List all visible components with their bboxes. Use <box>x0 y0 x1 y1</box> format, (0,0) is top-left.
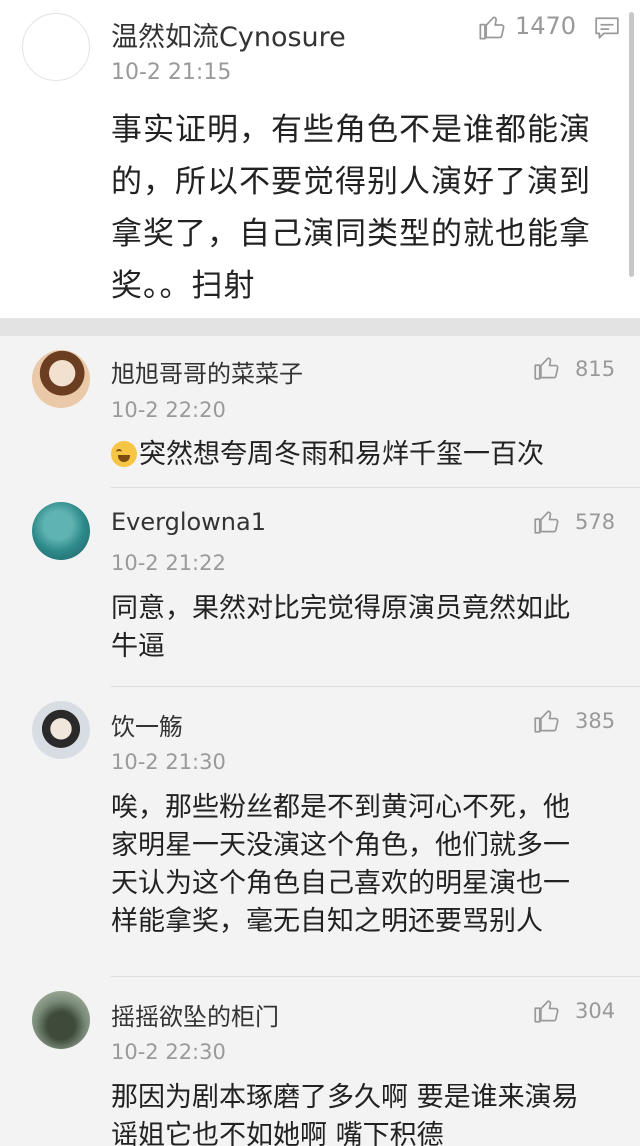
comment-text: 事实证明，有些角色不是谁都能演 的，所以不要觉得别人演好了演到 拿奖了，自己演同… <box>111 104 611 312</box>
main-comment: 温然如流Cynosure 10-2 21:15 1470 事实证明，有些角色不是… <box>0 0 640 318</box>
like-count: 1470 <box>515 12 577 40</box>
scrollbar[interactable] <box>629 12 634 277</box>
comment-text: 唉，那些粉丝都是不到黄河心不死，他 家明星一天没演这个角色，他们就多一 天认为这… <box>111 789 611 941</box>
comment-line: 突然想夸周冬雨和易烊千玺一百次 <box>139 439 544 470</box>
timestamp: 10-2 21:22 <box>111 551 226 575</box>
like-count: 304 <box>575 999 616 1023</box>
username[interactable]: 饮一觞 <box>111 707 183 742</box>
avatar[interactable] <box>32 502 90 560</box>
section-divider <box>0 318 640 336</box>
comment-line: 牛逼 <box>111 631 165 662</box>
comment-line: 拿奖了，自己演同类型的就也能拿 <box>111 216 591 252</box>
thumbs-up-icon[interactable] <box>533 508 560 535</box>
username[interactable]: 温然如流Cynosure <box>111 15 346 54</box>
comment-icon[interactable] <box>594 15 620 41</box>
comment-text: 那因为剧本琢磨了多久啊 要是谁来演易 谣姐它也不如她啊 嘴下积德 <box>111 1079 611 1146</box>
comment-line: 家明星一天没演这个角色，他们就多一 <box>111 830 570 861</box>
like-count: 385 <box>575 709 616 733</box>
comment-line: 那因为剧本琢磨了多久啊 要是谁来演易 <box>111 1082 579 1113</box>
thumbs-up-icon[interactable] <box>533 354 560 381</box>
like-count: 815 <box>575 357 616 381</box>
comment-line: 谣姐它也不如她啊 嘴下积德 <box>111 1120 444 1146</box>
thumbs-up-icon[interactable] <box>533 997 560 1024</box>
comment-line: 的，所以不要觉得别人演好了演到 <box>111 164 591 200</box>
timestamp: 10-2 22:20 <box>111 398 226 422</box>
timestamp: 10-2 21:15 <box>111 60 232 85</box>
username[interactable]: Everglowna1 <box>111 508 266 536</box>
avatar[interactable] <box>32 701 90 759</box>
thumbs-up-icon[interactable] <box>533 707 560 734</box>
comment-line: 同意，果然对比完觉得原演员竟然如此 <box>111 593 570 624</box>
comment-line: 事实证明，有些角色不是谁都能演 <box>111 112 591 148</box>
username[interactable]: 摇摇欲坠的柜门 <box>111 997 279 1032</box>
comment-line: 样能拿奖，毫无自知之明还要骂别人 <box>111 906 543 937</box>
list-item: 饮一觞 10-2 21:30 385 唉，那些粉丝都是不到黄河心不死，他 家明星… <box>0 687 640 977</box>
avatar[interactable] <box>22 13 90 81</box>
laughing-crying-emoji-icon <box>111 441 137 467</box>
avatar[interactable] <box>32 991 90 1049</box>
comment-text: 同意，果然对比完觉得原演员竟然如此 牛逼 <box>111 590 611 666</box>
list-item: 摇摇欲坠的柜门 10-2 22:30 304 那因为剧本琢磨了多久啊 要是谁来演… <box>0 977 640 1146</box>
comment-text: 突然想夸周冬雨和易烊千玺一百次 <box>111 436 611 474</box>
list-item: 旭旭哥哥的菜菜子 10-2 22:20 815 突然想夸周冬雨和易烊千玺一百次 <box>0 336 640 488</box>
timestamp: 10-2 21:30 <box>111 750 226 774</box>
thumbs-up-icon[interactable] <box>478 13 506 41</box>
comment-line: 奖。。扫射 <box>111 268 256 304</box>
list-item: Everglowna1 10-2 21:22 578 同意，果然对比完觉得原演员… <box>0 488 640 687</box>
username[interactable]: 旭旭哥哥的菜菜子 <box>111 354 303 389</box>
comment-line: 唉，那些粉丝都是不到黄河心不死，他 <box>111 792 570 823</box>
comment-line: 天认为这个角色自己喜欢的明星演也一 <box>111 868 570 899</box>
timestamp: 10-2 22:30 <box>111 1040 226 1064</box>
like-count: 578 <box>575 510 616 534</box>
avatar[interactable] <box>32 350 90 408</box>
